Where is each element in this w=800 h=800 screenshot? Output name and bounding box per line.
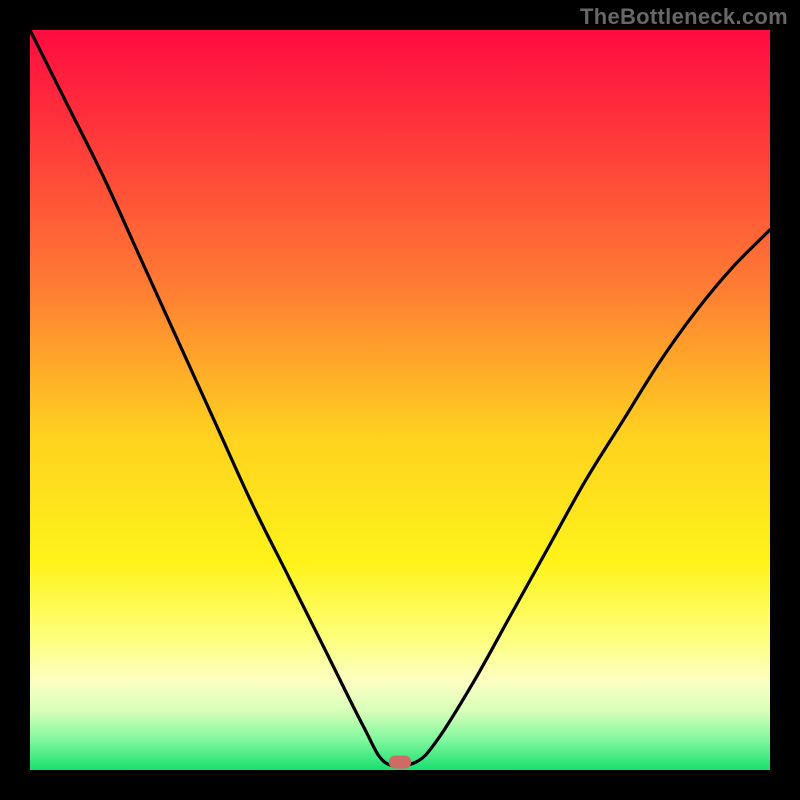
chart-frame: TheBottleneck.com	[0, 0, 800, 800]
bottleneck-chart	[0, 0, 800, 800]
watermark-text: TheBottleneck.com	[580, 4, 788, 30]
gradient-background	[30, 30, 770, 770]
plot-area	[30, 30, 770, 770]
min-marker	[389, 756, 411, 769]
